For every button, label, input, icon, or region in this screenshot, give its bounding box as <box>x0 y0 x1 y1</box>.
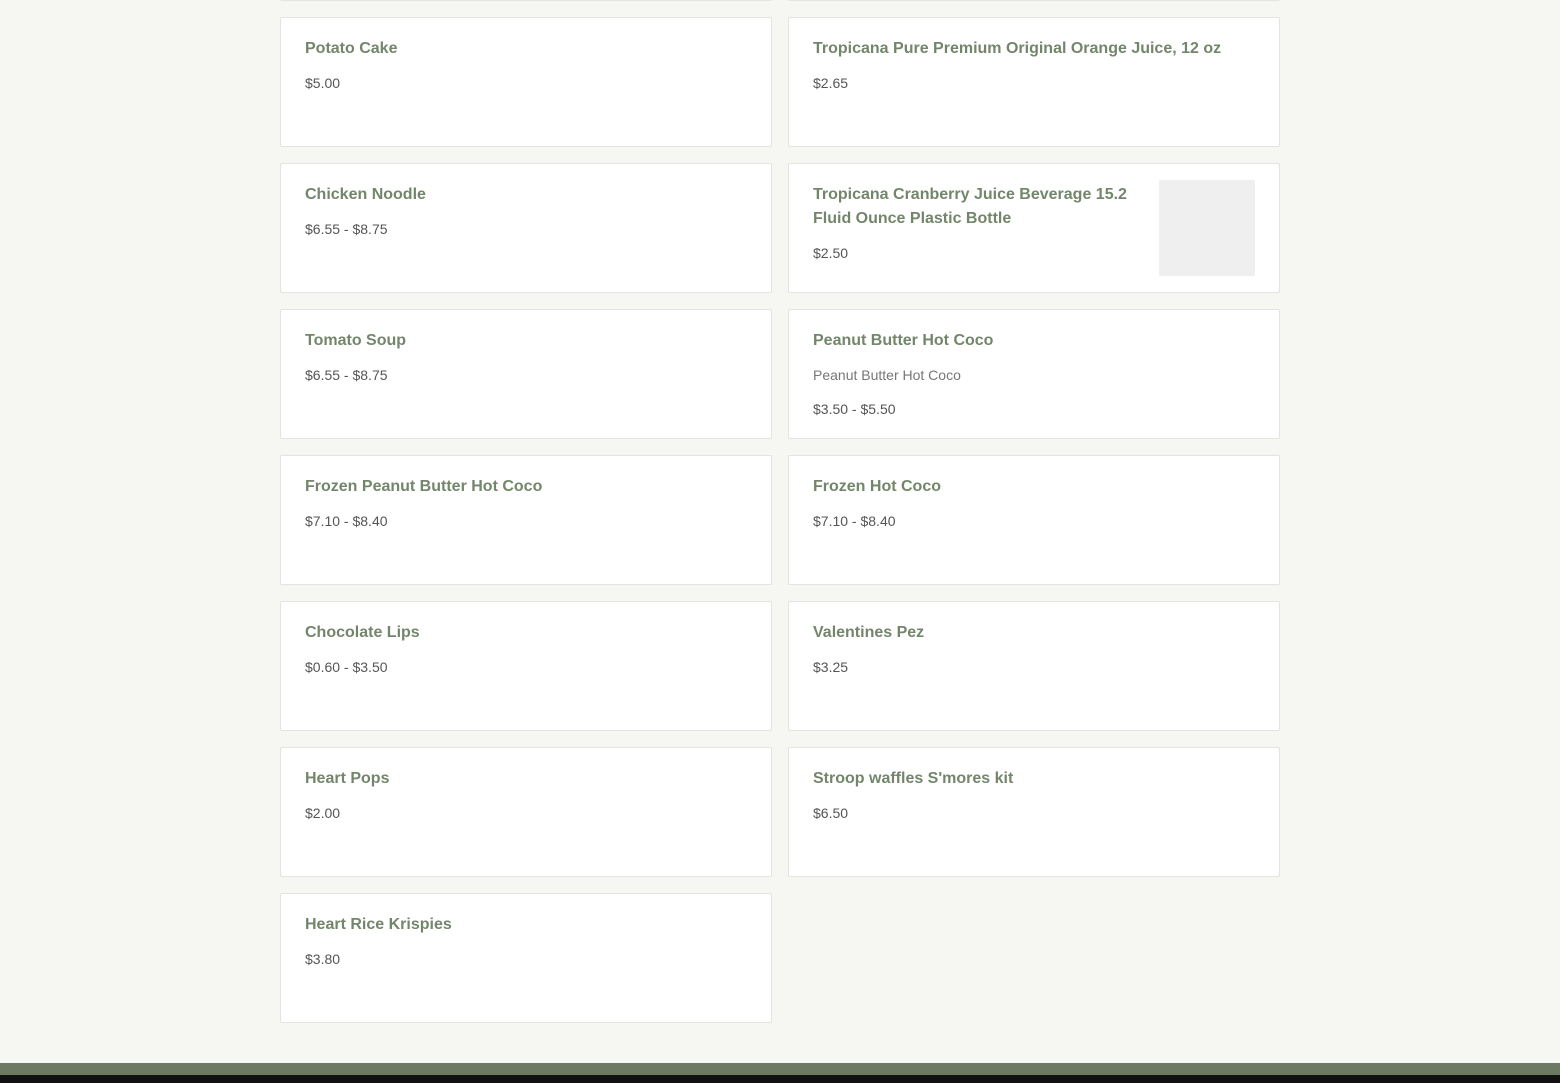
menu-item-title: Tropicana Cranberry Juice Beverage 15.2 … <box>813 186 1127 227</box>
menu-item-title: Peanut Butter Hot Coco <box>813 332 994 349</box>
menu-item-price: $3.50 - $5.50 <box>813 401 896 417</box>
menu-item-text: Potato Cake $5.00 <box>305 37 747 92</box>
menu-item-card-heart-pops[interactable]: Heart Pops $2.00 <box>280 747 772 877</box>
menu-item-title: Frozen Peanut Butter Hot Coco <box>305 478 543 495</box>
menu-item-card-chicken-noodle[interactable]: Chicken Noodle $6.55 - $8.75 <box>280 163 772 293</box>
menu-item-price: $2.65 <box>813 75 849 91</box>
menu-item-card-chocolate-lips[interactable]: Chocolate Lips $0.60 - $3.50 <box>280 601 772 731</box>
menu-item-title: Potato Cake <box>305 40 398 57</box>
menu-item-text: Heart Rice Krispies $3.80 <box>305 913 747 968</box>
menu-item-price: $7.10 - $8.40 <box>305 513 388 529</box>
menu-item-text: Frozen Peanut Butter Hot Coco $7.10 - $8… <box>305 475 747 530</box>
menu-item-price: $2.50 <box>813 245 849 261</box>
menu-item-title: Frozen Hot Coco <box>813 478 941 495</box>
menu-item-price: $3.80 <box>305 951 341 967</box>
menu-item-card[interactable] <box>280 0 772 1</box>
menu-item-text: Chicken Noodle $6.55 - $8.75 <box>305 183 747 238</box>
menu-item-price: $2.00 <box>305 805 341 821</box>
menu-item-price: $7.10 - $8.40 <box>813 513 896 529</box>
menu-item-price: $6.50 <box>813 805 849 821</box>
menu-item-title: Stroop waffles S'mores kit <box>813 770 1014 787</box>
menu-item-title: Tropicana Pure Premium Original Orange J… <box>813 40 1222 57</box>
menu-item-image-placeholder <box>1159 180 1255 276</box>
menu-item-title: Heart Rice Krispies <box>305 916 452 933</box>
menu-item-title: Chocolate Lips <box>305 624 420 641</box>
menu-item-card-cranberry-juice[interactable]: Tropicana Cranberry Juice Beverage 15.2 … <box>788 163 1280 293</box>
menu-item-title: Chicken Noodle <box>305 186 426 203</box>
menu-page: Potato Cake $5.00 Tropicana Pure Premium… <box>0 0 1560 1083</box>
menu-item-text: Frozen Hot Coco $7.10 - $8.40 <box>813 475 1255 530</box>
menu-item-price: $5.00 <box>305 75 341 91</box>
menu-item-title: Valentines Pez <box>813 624 925 641</box>
menu-item-card-stroopwafles-smores-kit[interactable]: Stroop waffles S'mores kit $6.50 <box>788 747 1280 877</box>
menu-item-card-peanut-butter-hot-coco[interactable]: Peanut Butter Hot Coco Peanut Butter Hot… <box>788 309 1280 439</box>
menu-item-card-heart-rice-krispies[interactable]: Heart Rice Krispies $3.80 <box>280 893 772 1023</box>
menu-item-price: $3.25 <box>813 659 849 675</box>
menu-item-card[interactable] <box>788 0 1280 1</box>
menu-item-text: Tropicana Cranberry Juice Beverage 15.2 … <box>813 183 1139 262</box>
menu-item-text: Stroop waffles S'mores kit $6.50 <box>813 767 1255 822</box>
menu-item-title: Tomato Soup <box>305 332 407 349</box>
menu-item-card-frozen-hot-coco[interactable]: Frozen Hot Coco $7.10 - $8.40 <box>788 455 1280 585</box>
menu-item-card-orange-juice[interactable]: Tropicana Pure Premium Original Orange J… <box>788 17 1280 147</box>
menu-item-card-frozen-peanut-butter-hot-coco[interactable]: Frozen Peanut Butter Hot Coco $7.10 - $8… <box>280 455 772 585</box>
menu-item-card-tomato-soup[interactable]: Tomato Soup $6.55 - $8.75 <box>280 309 772 439</box>
menu-item-description: Peanut Butter Hot Coco <box>813 367 961 383</box>
menu-item-text: Tomato Soup $6.55 - $8.75 <box>305 329 747 384</box>
menu-item-text: Valentines Pez $3.25 <box>813 621 1255 676</box>
menu-item-text: Heart Pops $2.00 <box>305 767 747 822</box>
menu-item-price: $0.60 - $3.50 <box>305 659 388 675</box>
menu-item-text: Peanut Butter Hot Coco Peanut Butter Hot… <box>813 329 1255 418</box>
menu-item-price: $6.55 - $8.75 <box>305 221 388 237</box>
menu-item-title: Heart Pops <box>305 770 390 787</box>
menu-item-text: Chocolate Lips $0.60 - $3.50 <box>305 621 747 676</box>
menu-item-card-potato-cake[interactable]: Potato Cake $5.00 <box>280 17 772 147</box>
menu-item-text: Tropicana Pure Premium Original Orange J… <box>813 37 1255 92</box>
menu-item-card-valentines-pez[interactable]: Valentines Pez $3.25 <box>788 601 1280 731</box>
menu-item-grid: Potato Cake $5.00 Tropicana Pure Premium… <box>280 0 1280 1023</box>
menu-item-price: $6.55 - $8.75 <box>305 367 388 383</box>
footer-dark-strip <box>0 1075 1560 1083</box>
